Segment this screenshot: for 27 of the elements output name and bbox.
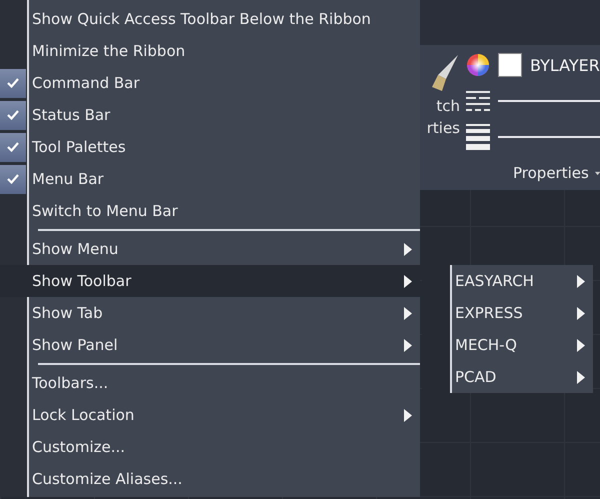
menu-item[interactable]: Customize Aliases... <box>0 463 420 495</box>
menu-item[interactable]: Customize... <box>0 431 420 463</box>
menu-item[interactable]: Show Quick Access Toolbar Below the Ribbon <box>0 3 420 35</box>
match-properties-label[interactable]: rties <box>426 117 460 139</box>
color-value[interactable]: BYLAYER <box>530 56 600 74</box>
color-swatch[interactable] <box>498 53 522 77</box>
menu-item[interactable]: EASYARCH <box>422 265 593 297</box>
caret-icon[interactable] <box>594 170 600 176</box>
menu-item[interactable]: Menu Bar <box>0 163 420 195</box>
lineweight-icon[interactable] <box>466 124 490 150</box>
menu-item[interactable]: Command Bar <box>0 67 420 99</box>
menu-item[interactable]: Status Bar <box>0 99 420 131</box>
color-wheel-icon[interactable] <box>466 53 490 77</box>
menu-item[interactable]: Show Panel <box>0 329 420 361</box>
panel-title[interactable]: Properties <box>513 164 589 182</box>
menu-item[interactable]: Show Tab <box>0 297 420 329</box>
menu-item[interactable]: PCAD <box>422 361 593 393</box>
menu-item[interactable]: Tool Palettes <box>0 131 420 163</box>
menu-item[interactable]: Toolbars... <box>0 367 420 399</box>
linetype-icon[interactable] <box>466 90 490 112</box>
menu-item[interactable]: MECH-Q <box>422 329 593 361</box>
menu-item[interactable]: Lock Location <box>0 399 420 431</box>
menu-item[interactable]: Switch to Menu Bar <box>0 195 420 227</box>
menu-item[interactable]: Show Menu <box>0 233 420 265</box>
menu-item[interactable]: Minimize the Ribbon <box>0 35 420 67</box>
menu-item[interactable]: EXPRESS <box>422 297 593 329</box>
match-properties-label[interactable]: tch <box>436 95 460 117</box>
